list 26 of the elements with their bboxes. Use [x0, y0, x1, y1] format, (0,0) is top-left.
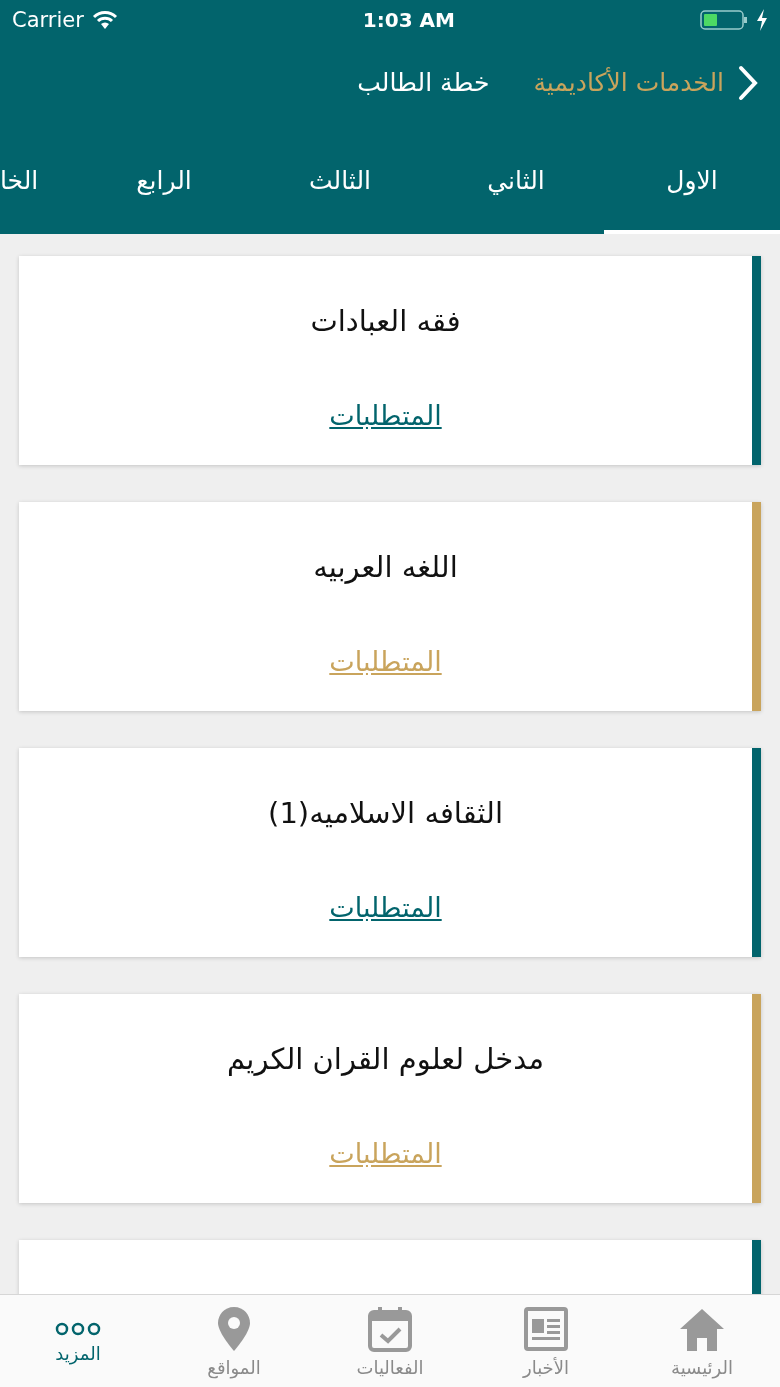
semester-tab[interactable]: الثالث — [252, 125, 428, 234]
course-title: الثقافه الاسلاميه(1) — [268, 796, 503, 830]
calendar-icon — [366, 1304, 414, 1353]
semester-tab[interactable]: الاول — [604, 125, 780, 234]
tab-bar-item[interactable]: المزيد — [0, 1295, 156, 1387]
requirements-link[interactable]: المتطلبات — [329, 892, 442, 923]
semester-tab[interactable]: الخا — [0, 125, 76, 234]
tab-bar-item[interactable]: الفعاليات — [312, 1295, 468, 1387]
screen-title: خطة الطالب — [357, 68, 490, 97]
course-title: اللغه العربيه — [313, 550, 458, 584]
wifi-icon — [91, 10, 118, 30]
carrier-name: Carrier — [12, 8, 84, 32]
tab-bar-item[interactable]: المواقع — [156, 1295, 312, 1387]
semester-tab[interactable]: الثاني — [428, 125, 604, 234]
course-title: فقه العبادات — [310, 304, 461, 338]
tab-bar-item[interactable]: الأخبار — [468, 1295, 624, 1387]
requirements-link[interactable]: المتطلبات — [329, 400, 442, 431]
chevron-right-icon — [738, 64, 758, 101]
charging-bolt-icon — [756, 9, 768, 31]
tab-bar-item[interactable]: الرئيسية — [624, 1295, 780, 1387]
clock-time: 1:03 AM — [362, 8, 455, 32]
course-title: مدخل لعلوم القران الكريم — [227, 1042, 544, 1076]
location-pin-icon — [216, 1304, 252, 1353]
semester-tab[interactable]: الرابع — [76, 125, 252, 234]
battery-icon — [700, 9, 748, 31]
newspaper-icon — [522, 1304, 570, 1353]
